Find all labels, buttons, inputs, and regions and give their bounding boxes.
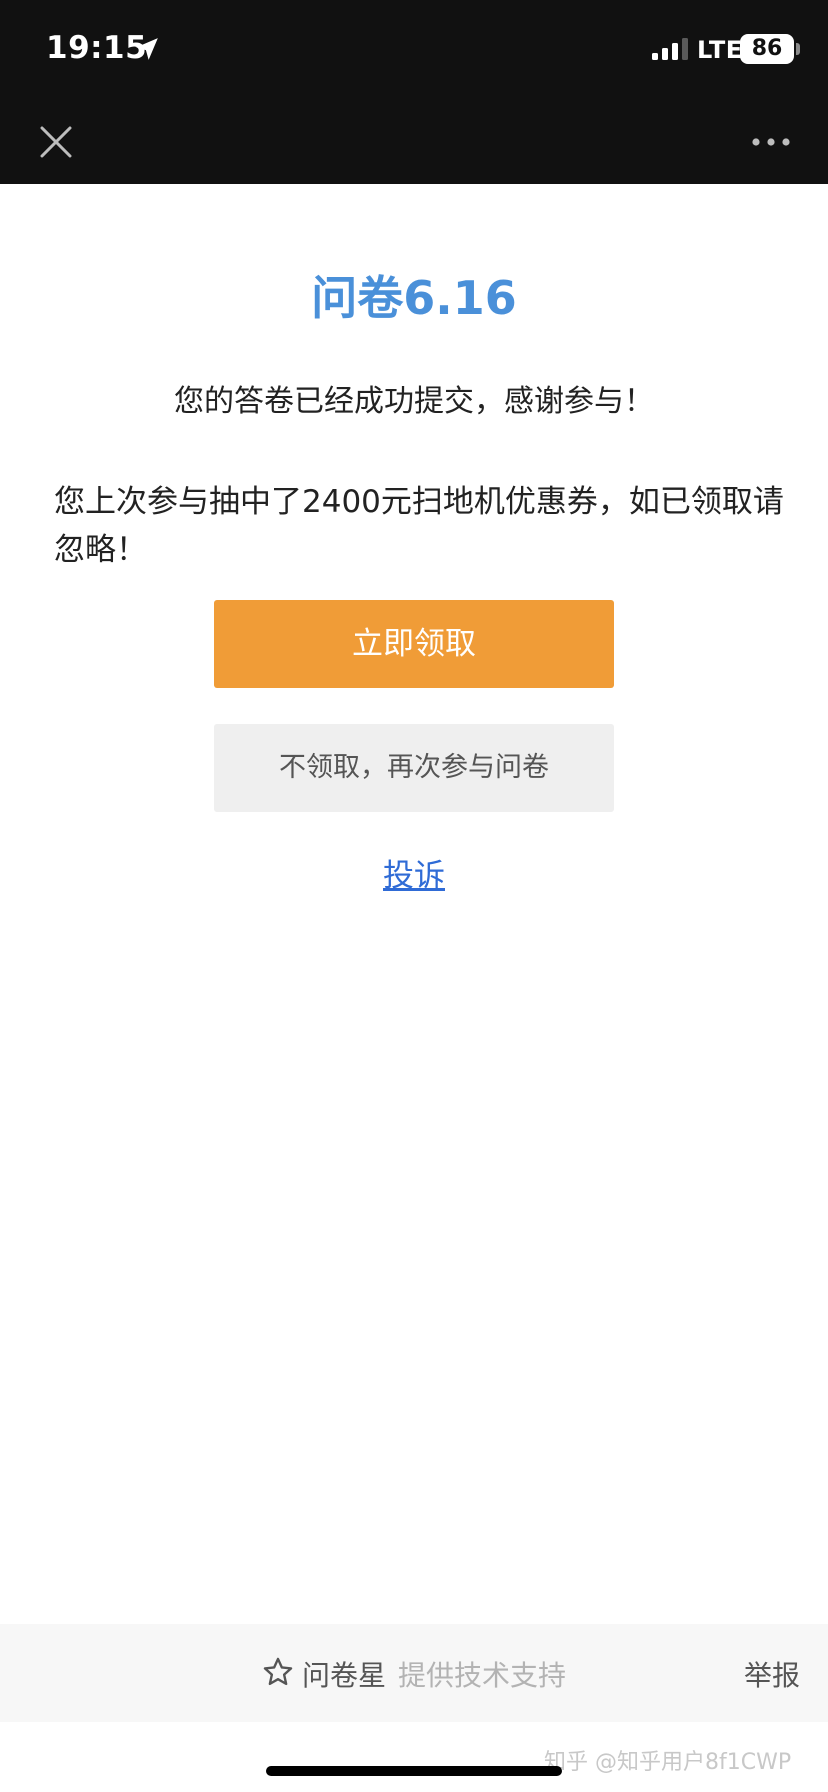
- more-horizontal-icon: [752, 138, 790, 146]
- complaint-link[interactable]: 投诉: [383, 858, 445, 894]
- close-icon: [40, 126, 72, 158]
- survey-result-page: 19:15 LTE 86 问卷6.16 您的答卷已经成功提交，感谢参与！ 您上次…: [0, 0, 828, 1792]
- location-arrow-icon: [136, 38, 158, 60]
- star-icon: [263, 1657, 293, 1686]
- brand-name[interactable]: 问卷星: [302, 1654, 386, 1694]
- close-button[interactable]: [32, 118, 80, 166]
- more-button[interactable]: [744, 122, 798, 162]
- battery-icon: 86: [740, 34, 794, 64]
- tech-support-text: 提供技术支持: [398, 1659, 567, 1692]
- home-indicator: [266, 1766, 562, 1776]
- page-title: 问卷6.16: [311, 271, 517, 325]
- watermark: 知乎 @知乎用户8f1CWP: [544, 1750, 792, 1775]
- decline-retake-survey-button[interactable]: 不领取，再次参与问卷: [214, 724, 614, 812]
- status-bar: 19:15 LTE 86: [0, 0, 828, 100]
- webview-nav-bar: [0, 100, 828, 184]
- battery-level: 86: [751, 36, 783, 61]
- signal-strength-icon: [652, 38, 688, 60]
- network-type: LTE: [697, 36, 743, 64]
- battery-tip: [796, 43, 800, 55]
- claim-now-button[interactable]: 立即领取: [214, 600, 614, 688]
- prize-message: 您上次参与抽中了2400元扫地机优惠券，如已领取请忽略！: [54, 484, 784, 568]
- report-link[interactable]: 举报: [744, 1654, 800, 1694]
- status-time: 19:15: [46, 30, 148, 66]
- submit-success-message: 您的答卷已经成功提交，感谢参与！: [174, 384, 654, 419]
- footer-bar: 问卷星 提供技术支持 举报: [0, 1624, 828, 1722]
- complaint-link-row: 投诉: [0, 850, 828, 895]
